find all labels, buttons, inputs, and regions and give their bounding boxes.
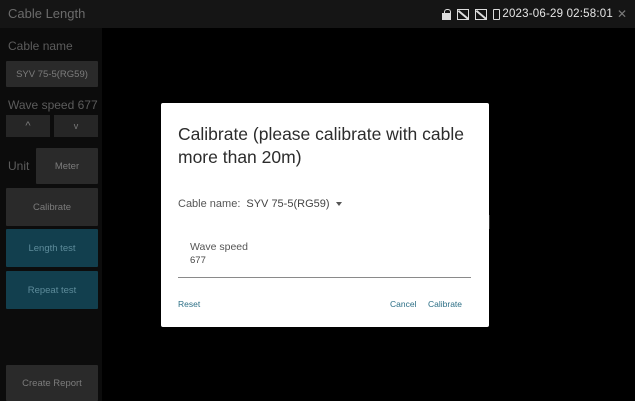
wave-speed-stepper: ^ v [6,115,98,137]
chevron-up-icon: ^ [25,120,31,132]
decrease-button[interactable]: v [54,115,98,137]
close-icon[interactable]: ✕ [617,7,627,21]
reset-button[interactable]: Reset [178,299,200,309]
network-off-icon [457,8,470,20]
cable-name-dropdown[interactable]: SYV 75-5(RG59) [246,198,329,210]
sidebar: Cable name SYV 75-5(RG59) Wave speed 677… [0,28,102,401]
status-bar: Cable Length 2023-06-29 02:58:01 ✕ [0,0,635,28]
lock-icon [442,8,452,20]
unit-button[interactable]: Meter [36,148,98,184]
dialog-title: Calibrate (please calibrate with cable m… [178,124,464,167]
datetime: 2023-06-29 02:58:01 [502,8,613,20]
calibrate-button[interactable]: Calibrate [6,188,98,226]
caret-down-icon[interactable] [335,202,342,206]
chevron-down-icon: v [73,121,79,131]
wave-speed-input[interactable] [190,255,390,266]
increase-button[interactable]: ^ [6,115,50,137]
status-icons: 2023-06-29 02:58:01 ✕ [442,6,627,22]
wave-speed-value: 677 [77,98,98,112]
repeat-test-button[interactable]: Repeat test [6,271,98,309]
battery-icon [493,8,501,20]
app-title: Cable Length [8,6,86,21]
create-report-button[interactable]: Create Report [6,365,98,401]
cable-name-label: Cable name [8,39,73,53]
cable-name-row: Cable name: SYV 75-5(RG59) [178,198,342,210]
cancel-button[interactable]: Cancel [390,299,416,309]
dialog-calibrate-button[interactable]: Calibrate [428,299,462,309]
calibrate-dialog: Calibrate (please calibrate with cable m… [161,103,489,327]
network-off-icon [475,8,488,20]
cable-name-button[interactable]: SYV 75-5(RG59) [6,61,98,87]
length-test-button[interactable]: Length test [6,229,98,267]
unit-label: Unit [8,159,30,173]
dialog-cable-name-label: Cable name: [178,198,241,210]
wave-speed-field-label: Wave speed [190,241,248,253]
wave-speed-label: Wave speed 677 [8,98,98,112]
wave-speed-field[interactable]: Wave speed [178,235,471,278]
